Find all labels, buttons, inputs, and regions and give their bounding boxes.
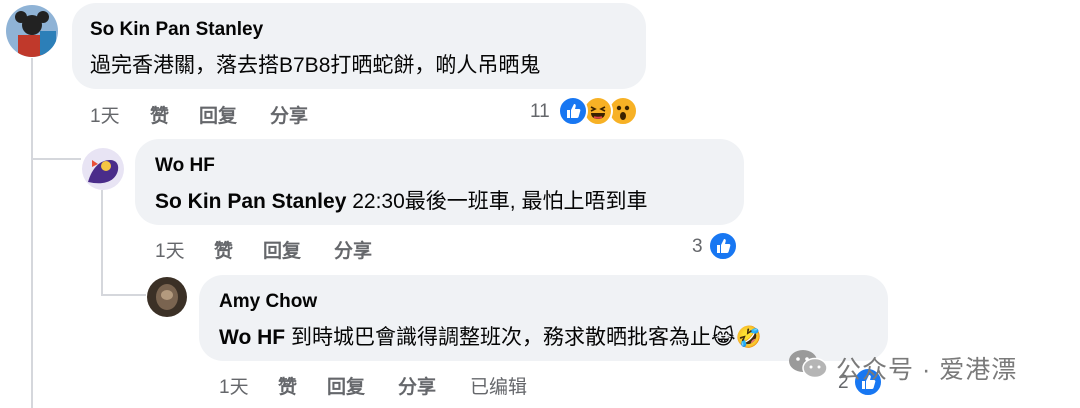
comment-author[interactable]: Wo HF — [155, 155, 215, 177]
comment-text-body: 22:30最後一班車, 最怕上唔到車 — [346, 190, 648, 213]
reply-button[interactable]: 回复 — [263, 236, 301, 263]
like-icon — [558, 96, 588, 126]
reply-button[interactable]: 回复 — [327, 372, 365, 399]
mention-link[interactable]: So Kin Pan Stanley — [155, 190, 346, 213]
like-button[interactable]: 赞 — [278, 372, 297, 399]
share-button[interactable]: 分享 — [270, 101, 308, 128]
emoji-icons: 😹🤣 — [710, 326, 762, 349]
like-button[interactable]: 赞 — [214, 236, 233, 263]
comment-text: So Kin Pan Stanley 22:30最後一班車, 最怕上唔到車 — [155, 185, 647, 215]
like-button[interactable]: 赞 — [150, 101, 169, 128]
comment-time[interactable]: 1天 — [155, 236, 185, 263]
share-button[interactable]: 分享 — [398, 372, 436, 399]
reaction-count[interactable]: 3 — [692, 236, 703, 258]
reaction-count[interactable]: 11 — [530, 101, 550, 123]
comment-author[interactable]: So Kin Pan Stanley — [90, 19, 263, 41]
like-icon — [708, 231, 738, 261]
mention-link[interactable]: Wo HF — [219, 326, 285, 349]
comment-time[interactable]: 1天 — [219, 372, 249, 399]
edited-label: 已编辑 — [470, 377, 528, 398]
share-button[interactable]: 分享 — [334, 236, 372, 263]
reply-button[interactable]: 回复 — [199, 101, 237, 128]
comment-text-body: 到時城巴會識得調整班次，務求散晒批客為止 — [285, 326, 711, 349]
wechat-icon — [788, 347, 828, 381]
comment-text: 過完香港關，落去搭B7B8打晒蛇餅，啲人吊晒鬼 — [90, 54, 541, 77]
comment-time[interactable]: 1天 — [90, 101, 120, 128]
avatar-so-kin-pan-stanley[interactable] — [6, 5, 58, 57]
thread-line-main — [31, 58, 33, 408]
comment-text: Wo HF 到時城巴會識得調整班次，務求散晒批客為止😹🤣 — [219, 321, 762, 351]
avatar-wo-hf[interactable] — [82, 148, 124, 190]
thread-line-branch-1 — [31, 158, 81, 160]
thread-line-reply — [101, 190, 103, 295]
watermark-text: 公众号 · 爱港漂 — [836, 356, 1018, 384]
thread-line-branch-2 — [101, 294, 146, 296]
avatar-amy-chow[interactable] — [147, 277, 187, 317]
comment-author[interactable]: Amy Chow — [219, 291, 317, 313]
